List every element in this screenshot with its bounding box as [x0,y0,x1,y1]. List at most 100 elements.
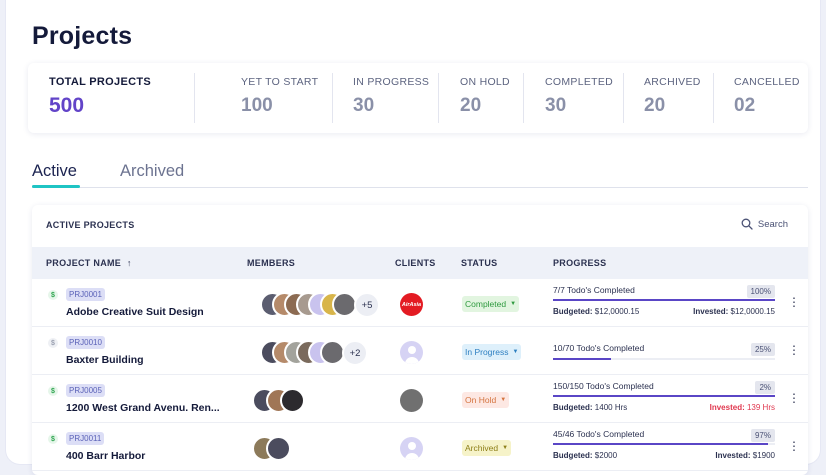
invested-over-budget: Invested: 139 Hrs [710,403,775,412]
column-status: STATUS [461,258,498,268]
status-dropdown[interactable]: On Hold ▼ [462,392,510,408]
stat-total-projects: TOTAL PROJECTS 500 [28,63,194,133]
invested-value: $12,0000.15 [730,307,776,316]
column-project-name[interactable]: PROJECT NAME ↑ [46,258,132,268]
status-label: Completed [465,299,507,309]
sort-up-icon: ↑ [126,258,132,268]
stat-value: 20 [644,95,666,116]
table-row[interactable]: $ PRJ0010 Baxter Building +2 In Progress… [32,327,808,375]
column-clients: CLIENTS [395,258,436,268]
page-title: Projects [32,22,133,50]
search-button[interactable]: Search [741,218,788,230]
project-name[interactable]: Baxter Building [66,354,144,366]
status-dropdown[interactable]: Completed ▼ [462,296,520,312]
non-billable-dollar-icon: $ [48,338,58,348]
more-options-icon[interactable]: ⋮ [788,344,800,356]
search-icon [741,218,753,230]
todo-count: 45/46 Todo's Completed [553,429,645,439]
billable-dollar-icon: $ [48,290,58,300]
more-options-icon[interactable]: ⋮ [788,440,800,452]
stat-completed: COMPLETED 30 [524,63,623,133]
more-options-icon[interactable]: ⋮ [788,296,800,308]
column-label: PROJECT NAME [46,258,122,268]
progress-percent: 25% [750,343,775,356]
progress-bar [553,299,775,301]
budgeted-label: Budgeted: [553,307,593,316]
status-dropdown[interactable]: Archived ▼ [462,440,512,456]
todo-count: 7/7 Todo's Completed [553,285,635,295]
client-placeholder-avatar [400,341,423,364]
stat-value: 30 [545,95,567,116]
progress-fill [553,358,611,360]
client-placeholder-avatar [400,437,423,460]
chevron-down-icon: ▼ [512,349,519,355]
client-logo [400,389,423,412]
budgeted-value: 1400 Hrs [594,403,628,412]
status-label: Archived [465,443,499,453]
budgeted-label: Budgeted: [553,451,593,460]
billable-dollar-icon: $ [48,386,58,396]
project-name[interactable]: 400 Barr Harbor [66,450,145,462]
chevron-down-icon: ▼ [510,301,517,307]
client-logo: AirAsia [400,293,423,316]
stats-summary: TOTAL PROJECTS 500 YET TO START 100 IN P… [28,63,808,133]
chevron-down-icon: ▼ [502,445,509,451]
stat-value: 20 [460,95,482,116]
stat-value: 30 [353,95,375,116]
table-title: ACTIVE PROJECTS [46,220,135,230]
avatar [266,436,291,461]
more-options-icon[interactable]: ⋮ [788,392,800,404]
stat-label: TOTAL PROJECTS [49,76,151,88]
project-name[interactable]: Adobe Creative Suit Design [66,306,204,318]
project-id-badge: PRJ0005 [66,384,105,397]
tab-archived[interactable]: Archived [120,162,184,181]
stat-yet-to-start: YET TO START 100 [195,63,332,133]
status-dropdown[interactable]: In Progress ▼ [462,344,522,360]
invested-value: $1900 [752,451,775,460]
stat-label: ON HOLD [460,76,510,88]
stat-label: CANCELLED [734,76,800,88]
column-members: MEMBERS [247,258,296,268]
stat-value: 02 [734,95,756,116]
stat-on-hold: ON HOLD 20 [439,63,523,133]
budgeted-value: $2000 [594,451,618,460]
table-header: PROJECT NAME ↑ MEMBERS CLIENTS STATUS PR… [32,247,808,279]
more-members-count[interactable]: +5 [354,292,380,318]
client-name: AirAsia [400,293,423,316]
budgeted-value: $12,0000.15 [594,307,640,316]
stat-in-progress: IN PROGRESS 30 [333,63,438,133]
invested: Invested: $1900 [715,451,775,460]
stat-label: IN PROGRESS [353,76,430,88]
invested: Invested: $12,0000.15 [693,307,775,316]
invested-label: Invested: [693,307,729,316]
progress-fill [553,443,769,445]
stat-label: COMPLETED [545,76,614,88]
table-row[interactable]: $ PRJ0005 1200 West Grand Avenu. Ren... … [32,375,808,423]
column-progress: PROGRESS [553,258,607,268]
progress-percent: 100% [746,285,775,298]
chevron-down-icon: ▼ [500,397,507,403]
invested-label: Invested: [709,403,745,412]
progress-fill [553,395,775,397]
app-window: Projects TOTAL PROJECTS 500 YET TO START… [6,0,820,475]
status-label: In Progress [465,347,509,357]
invested-value: 139 Hrs [746,403,775,412]
progress-bar [553,395,775,397]
stat-label: ARCHIVED [644,76,701,88]
more-members-count[interactable]: +2 [342,340,368,366]
progress-bar [553,443,775,445]
progress-fill [553,299,775,301]
progress-percent: 2% [755,381,775,394]
project-id-badge: PRJ0010 [66,336,105,349]
stat-value: 500 [49,94,85,117]
search-label: Search [757,218,788,230]
budgeted: Budgeted: $12,0000.15 [553,307,639,316]
progress-percent: 97% [750,429,775,442]
stat-value: 100 [241,95,273,116]
active-projects-table: ACTIVE PROJECTS Search PROJECT NAME ↑ ME… [32,205,808,475]
todo-count: 10/70 Todo's Completed [553,343,645,353]
table-row[interactable]: $ PRJ0001 Adobe Creative Suit Design +5 … [32,279,808,327]
stat-cancelled: CANCELLED 02 [714,63,808,133]
tab-active[interactable]: Active [32,162,77,181]
project-name[interactable]: 1200 West Grand Avenu. Ren... [66,402,220,414]
